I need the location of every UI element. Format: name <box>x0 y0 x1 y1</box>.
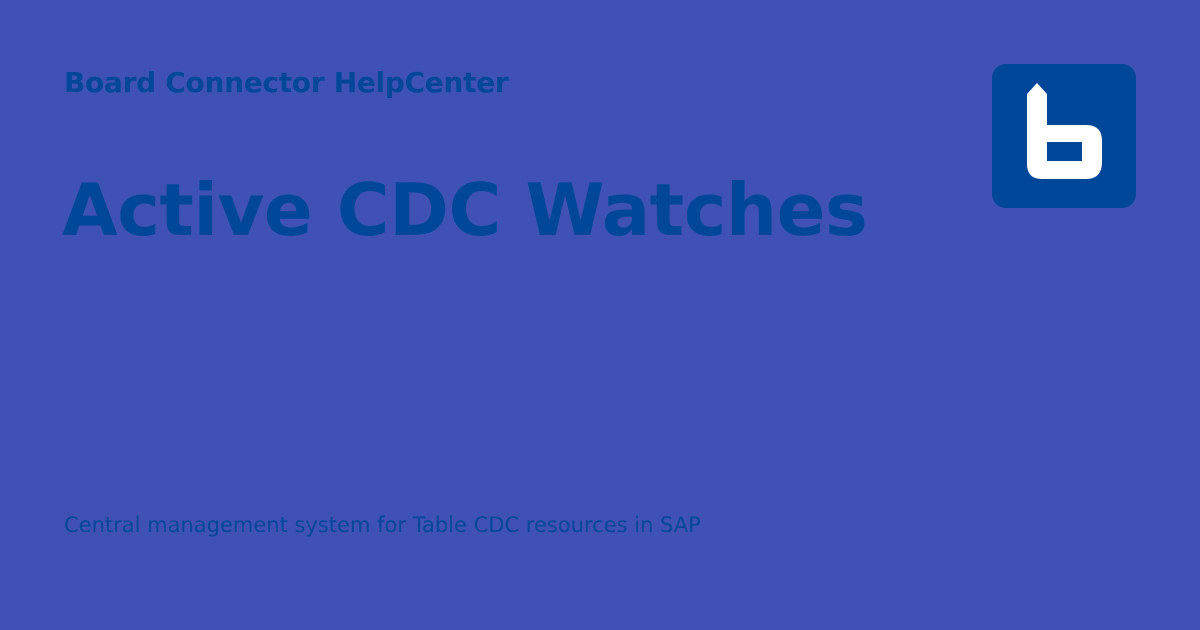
site-name: Board Connector HelpCenter <box>64 66 509 99</box>
board-logo-mark <box>1027 83 1102 179</box>
page-title: Active CDC Watches <box>62 168 868 252</box>
board-logo-icon <box>992 64 1136 208</box>
social-card: Board Connector HelpCenter Active CDC Wa… <box>0 0 1200 630</box>
page-description: Central management system for Table CDC … <box>64 513 701 537</box>
